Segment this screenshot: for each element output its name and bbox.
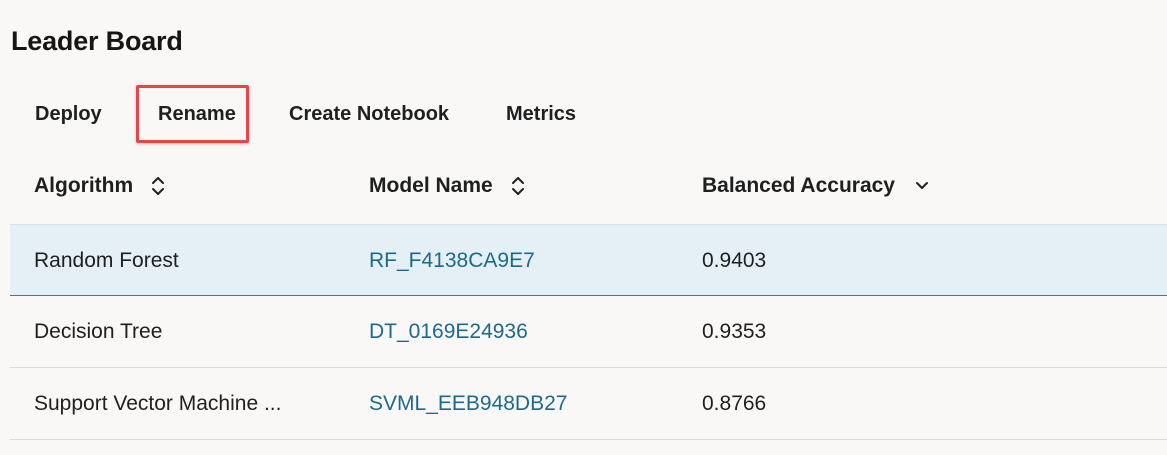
page-title: Leader Board	[11, 26, 183, 56]
algorithm-cell: Random Forest	[34, 249, 179, 272]
rename-button[interactable]: Rename	[158, 90, 236, 138]
model-name-link[interactable]: RF_F4138CA9E7	[369, 225, 535, 297]
table-header: Algorithm Model Name Balanced Accuracy	[10, 152, 1167, 224]
chevron-down-icon[interactable]	[915, 180, 929, 192]
table-row[interactable]: Support Vector Machine ... SVML_EEB948DB…	[10, 368, 1167, 440]
model-name-link[interactable]: DT_0169E24936	[369, 296, 528, 368]
column-header-balanced-accuracy[interactable]: Balanced Accuracy	[702, 174, 929, 198]
algorithm-cell: Support Vector Machine ...	[34, 392, 282, 415]
balanced-accuracy-cell: 0.8766	[702, 392, 767, 415]
create-notebook-button[interactable]: Create Notebook	[289, 90, 449, 138]
sort-both-icon[interactable]	[511, 176, 525, 196]
metrics-button[interactable]: Metrics	[506, 90, 576, 138]
column-header-label: Balanced Accuracy	[702, 174, 895, 197]
toolbar: Deploy Rename Create Notebook Metrics	[0, 90, 700, 138]
model-name-link[interactable]: SVML_EEB948DB27	[369, 368, 567, 440]
column-header-algorithm[interactable]: Algorithm	[34, 174, 165, 198]
table-row[interactable]: Random Forest RF_F4138CA9E7 0.9403	[10, 224, 1167, 296]
table-row[interactable]: Decision Tree DT_0169E24936 0.9353	[10, 296, 1167, 368]
column-header-model-name[interactable]: Model Name	[369, 174, 525, 198]
column-header-label: Algorithm	[34, 174, 134, 197]
sort-both-icon[interactable]	[151, 176, 165, 196]
leader-board-table: Algorithm Model Name Balanced Accuracy R…	[10, 152, 1167, 440]
column-header-label: Model Name	[369, 174, 493, 197]
balanced-accuracy-cell: 0.9353	[702, 320, 767, 343]
balanced-accuracy-cell: 0.9403	[702, 249, 767, 272]
algorithm-cell: Decision Tree	[34, 320, 163, 343]
leader-board-page: Leader Board Deploy Rename Create Notebo…	[0, 0, 1167, 455]
deploy-button[interactable]: Deploy	[35, 90, 102, 138]
